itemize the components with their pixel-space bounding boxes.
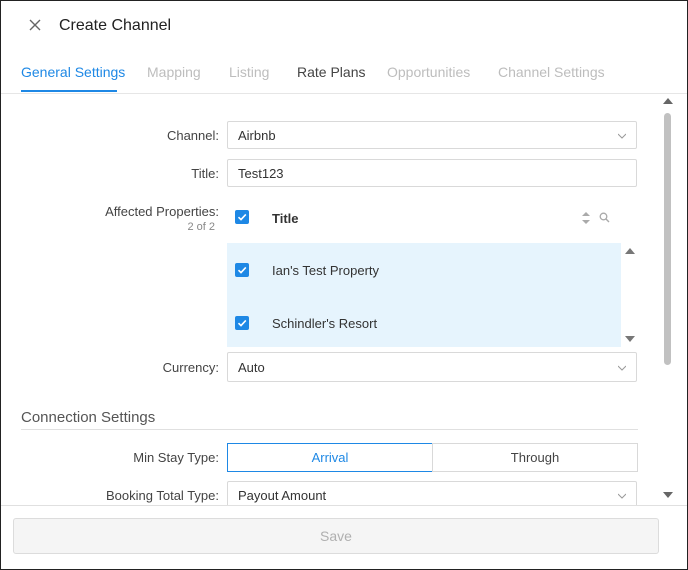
chevron-down-icon	[618, 133, 626, 139]
tab-bar: General Settings Mapping Listing Rate Pl…	[1, 53, 687, 94]
dialog-title: Create Channel	[59, 17, 172, 34]
tab-rate-plans[interactable]: Rate Plans	[297, 64, 365, 80]
scroll-down-icon[interactable]	[625, 336, 635, 342]
scroll-down-icon[interactable]	[663, 492, 673, 498]
booking-total-type-label: Booking Total Type:	[106, 488, 219, 503]
check-icon	[237, 319, 247, 327]
scroll-up-icon[interactable]	[663, 98, 673, 104]
row-checkbox[interactable]	[235, 263, 249, 277]
booking-total-type-value: Payout Amount	[238, 488, 327, 503]
properties-table-header: Title	[227, 193, 621, 243]
min-stay-through-option[interactable]: Through	[432, 443, 638, 472]
property-name: Ian's Test Property	[272, 263, 380, 278]
connection-settings-heading: Connection Settings	[21, 409, 156, 426]
chevron-down-icon	[618, 493, 626, 499]
sort-icon[interactable]	[581, 211, 591, 225]
dialog-footer: Save	[1, 505, 687, 569]
row-checkbox[interactable]	[235, 316, 249, 330]
properties-table: Title Ian's Test Property Schindler's Re…	[227, 193, 637, 348]
tab-opportunities[interactable]: Opportunities	[387, 64, 470, 80]
scrollbar-thumb[interactable]	[664, 113, 671, 365]
create-channel-dialog: Create Channel General Settings Mapping …	[0, 0, 688, 570]
tab-channel-settings[interactable]: Channel Settings	[498, 64, 605, 80]
min-stay-arrival-option[interactable]: Arrival	[227, 443, 433, 472]
currency-select[interactable]: Auto	[227, 352, 637, 382]
channel-value: Airbnb	[238, 128, 276, 143]
tab-mapping[interactable]: Mapping	[147, 64, 201, 80]
check-icon	[237, 213, 247, 221]
title-input[interactable]: Test123	[227, 159, 637, 187]
table-row[interactable]: Schindler's Resort	[227, 295, 621, 347]
check-icon	[237, 266, 247, 274]
properties-scrollbar[interactable]	[623, 243, 637, 348]
channel-select[interactable]: Airbnb	[227, 121, 637, 149]
dialog-header: Create Channel	[1, 1, 687, 53]
close-icon[interactable]	[27, 17, 43, 33]
scroll-up-icon[interactable]	[625, 248, 635, 254]
title-column-header[interactable]: Title	[272, 211, 299, 226]
active-tab-indicator	[21, 90, 117, 92]
chevron-down-icon	[618, 365, 626, 371]
search-icon[interactable]	[599, 212, 610, 223]
affected-properties-count: 2 of 2	[187, 221, 215, 233]
channel-label: Channel:	[166, 128, 219, 143]
section-divider	[21, 429, 638, 430]
affected-properties-label: Affected Properties:	[105, 204, 219, 219]
property-name: Schindler's Resort	[272, 316, 378, 331]
main-scrollbar[interactable]	[661, 97, 675, 501]
select-all-checkbox[interactable]	[235, 210, 249, 224]
currency-label: Currency:	[162, 360, 219, 375]
tab-listing[interactable]: Listing	[229, 64, 269, 80]
currency-value: Auto	[238, 360, 265, 375]
save-button[interactable]: Save	[13, 518, 659, 554]
min-stay-type-label: Min Stay Type:	[133, 450, 219, 465]
tab-general-settings[interactable]: General Settings	[21, 64, 125, 80]
title-label: Title:	[191, 166, 219, 181]
title-value: Test123	[238, 166, 284, 181]
table-row[interactable]: Ian's Test Property	[227, 243, 621, 295]
